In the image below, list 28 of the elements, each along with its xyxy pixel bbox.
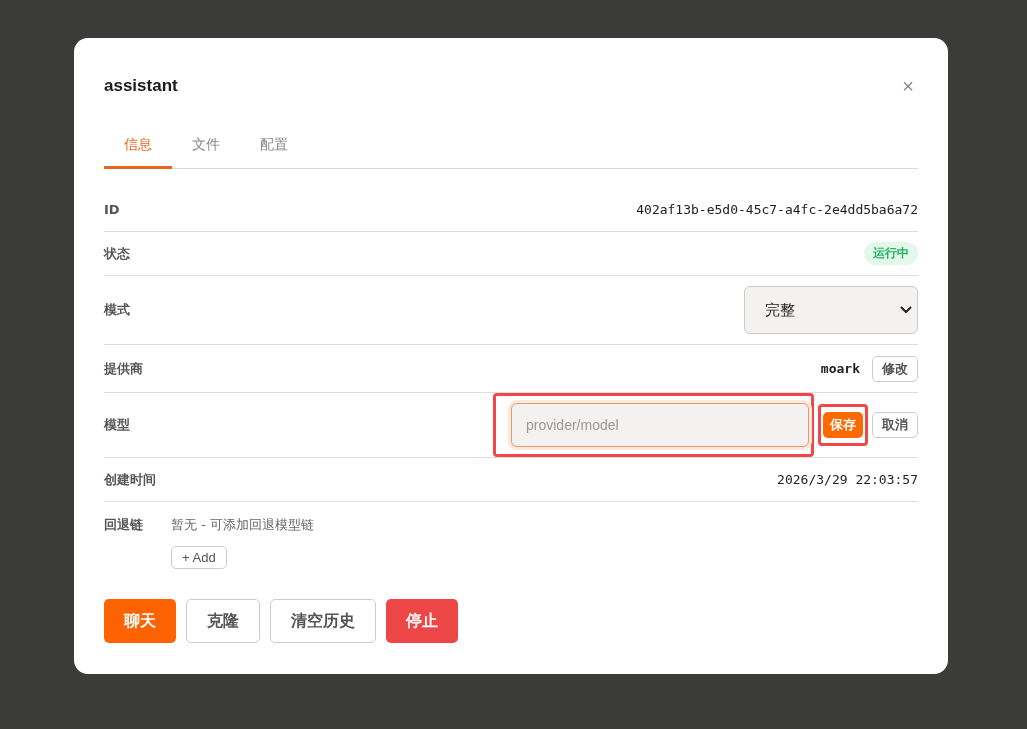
empty-message: 暂无 - 可添加回退模型链: [171, 516, 314, 534]
field-label: 提供商: [104, 359, 143, 378]
tab[interactable]: 信息: [104, 128, 172, 169]
tab[interactable]: 文件: [172, 128, 240, 169]
tab[interactable]: 配置: [240, 128, 308, 169]
field-value: 2026/3/29 22:03:57: [777, 472, 918, 487]
save-button[interactable]: 保存: [823, 412, 863, 438]
field-label: 状态: [104, 244, 130, 263]
action-button[interactable]: 清空历史: [270, 599, 376, 643]
field-label: 回退链: [104, 516, 143, 534]
action-button[interactable]: 聊天: [104, 599, 176, 643]
field-label: 创建时间: [104, 470, 156, 489]
action-button[interactable]: 克隆: [186, 599, 260, 643]
mode-dropdown[interactable]: 完整: [744, 286, 918, 334]
field-label: 模式: [104, 301, 130, 319]
dialog-title: assistant: [104, 76, 178, 96]
status-badge: 运行中: [864, 242, 918, 265]
model-input[interactable]: provider/model: [511, 403, 809, 447]
field-label: 模型: [104, 416, 130, 434]
edit-button[interactable]: 修改: [872, 355, 918, 382]
close-button[interactable]: ×: [898, 74, 918, 98]
field-value: moark: [820, 361, 860, 376]
cancel-button[interactable]: 取消: [872, 412, 918, 438]
chevron-down-icon: [900, 306, 912, 314]
action-button[interactable]: 停止: [386, 599, 458, 643]
add-button[interactable]: + Add: [171, 546, 227, 569]
field-label: ID: [104, 202, 120, 217]
field-value: 402af13b-e5d0-45c7-a4fc-2e4dd5ba6a72: [636, 202, 918, 217]
